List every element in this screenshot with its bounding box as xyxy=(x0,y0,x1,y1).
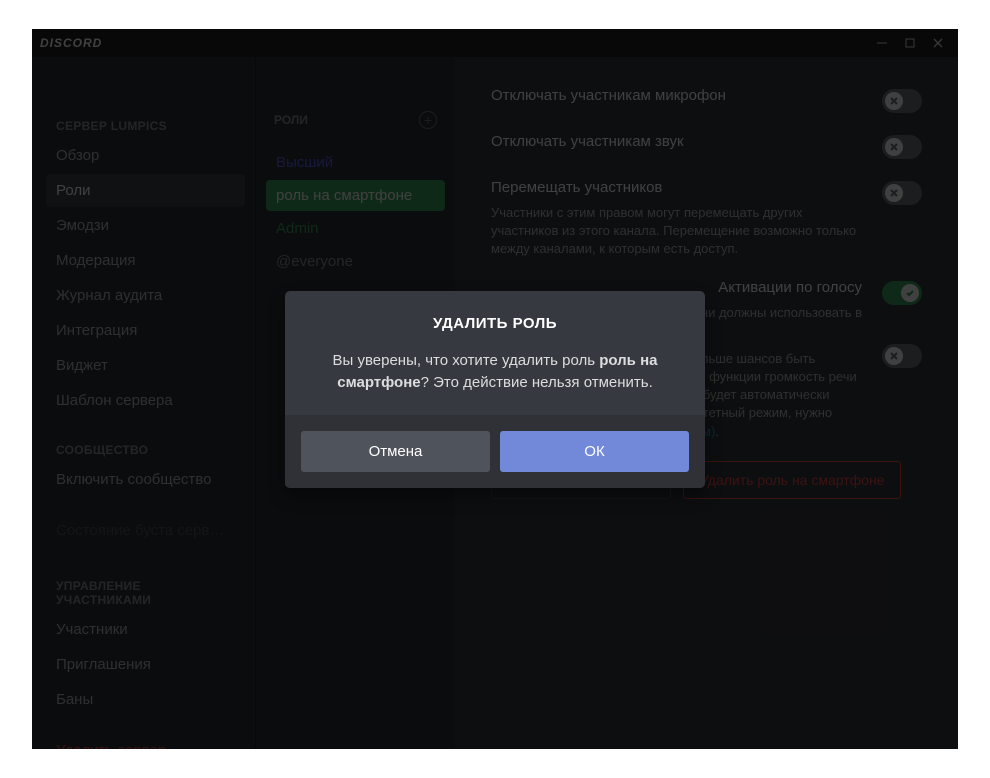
delete-role-modal: УДАЛИТЬ РОЛЬ Вы уверены, что хотите удал… xyxy=(285,291,705,488)
modal-text: Вы уверены, что хотите удалить роль роль… xyxy=(305,350,685,395)
app-window: DISCORD СЕРВЕР LUMPICS Обзор Роли Эмодзи… xyxy=(32,29,958,749)
modal-backdrop[interactable]: УДАЛИТЬ РОЛЬ Вы уверены, что хотите удал… xyxy=(32,29,958,749)
modal-title: УДАЛИТЬ РОЛЬ xyxy=(305,315,685,332)
modal-cancel-button[interactable]: Отмена xyxy=(301,431,490,472)
modal-footer: Отмена ОК xyxy=(285,415,705,488)
modal-ok-button[interactable]: ОК xyxy=(500,431,689,472)
modal-body: УДАЛИТЬ РОЛЬ Вы уверены, что хотите удал… xyxy=(285,291,705,415)
